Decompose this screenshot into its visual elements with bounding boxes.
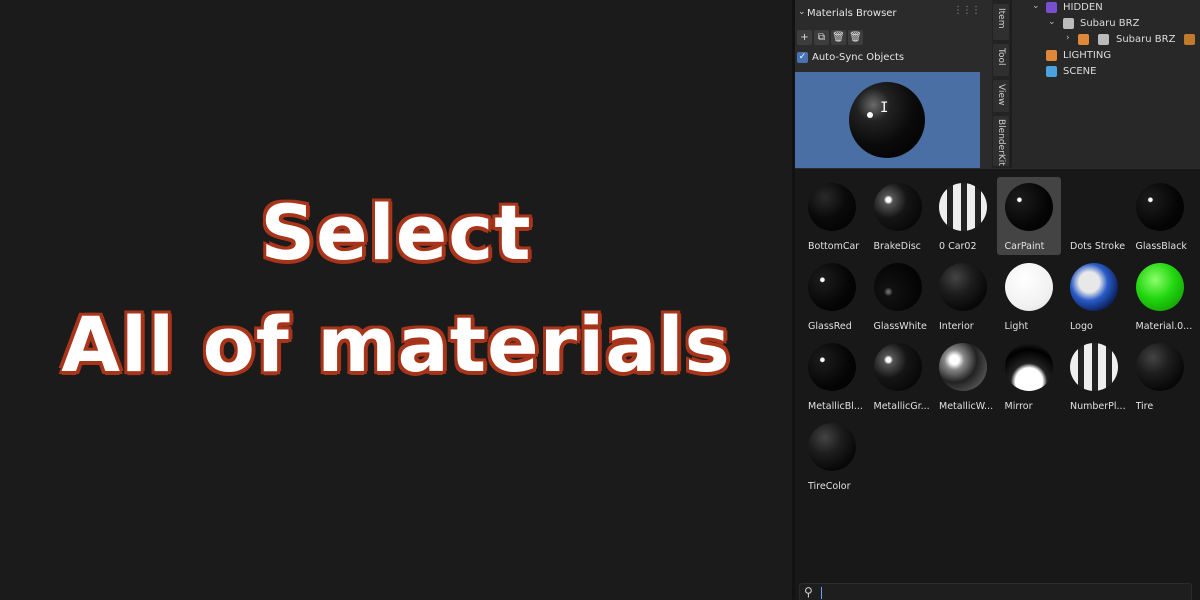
materials-browser-panel: ⌄ Materials Browser ⋮⋮⋮ + ⧉ 🗑 🗑 ✓ Auto-S… — [795, 0, 992, 168]
material-name: GlassBlack — [1135, 241, 1187, 252]
material-thumbnail — [1004, 263, 1053, 311]
duplicate-icon[interactable]: ⧉ — [814, 30, 829, 45]
material-tile[interactable]: MetallicW... — [931, 337, 995, 415]
material-thumbnail — [808, 183, 856, 231]
material-tile[interactable]: GlassWhite — [866, 257, 930, 335]
material-thumbnail — [939, 183, 987, 231]
text-caret — [821, 587, 822, 599]
delete-icon[interactable]: 🗑 — [831, 30, 846, 45]
material-tile[interactable]: TireColor — [800, 417, 864, 495]
material-thumbnail — [873, 183, 922, 231]
material-thumbnail — [873, 343, 922, 391]
material-grid-popup: BottomCar BrakeDisc 0 Car02 CarPaint Dots St… — [795, 168, 1200, 600]
video-overlay-area: Select All of materials — [0, 0, 792, 600]
tab-view[interactable]: View — [993, 80, 1009, 112]
trash-icon[interactable]: 🗑 — [848, 30, 863, 45]
modifier-icon[interactable] — [1184, 34, 1195, 45]
material-tile[interactable]: Tire — [1128, 337, 1192, 415]
drag-grip-icon[interactable]: ⋮⋮⋮ — [953, 5, 981, 16]
search-icon: ⚲ — [804, 585, 813, 599]
material-thumbnail — [1070, 343, 1118, 391]
material-tile[interactable]: Dots Stroke — [1062, 177, 1126, 255]
material-tile[interactable]: Interior — [931, 257, 995, 335]
collection-icon — [1063, 18, 1074, 29]
material-tile[interactable]: CarPaint — [996, 177, 1061, 255]
material-thumbnail — [1135, 183, 1184, 231]
panel-title: Materials Browser — [807, 8, 897, 19]
material-tile[interactable]: Logo — [1062, 257, 1126, 335]
material-thumbnail — [808, 343, 856, 391]
search-bar[interactable]: ⚲ — [799, 583, 1192, 600]
material-thumbnail — [939, 343, 987, 391]
tab-blenderkit[interactable]: BlenderKit — [993, 116, 1009, 166]
material-tile[interactable]: Mirror — [997, 337, 1061, 415]
armature-icon — [1078, 34, 1089, 45]
outliner-row-subaru-collection[interactable]: ⌄ Subaru BRZ — [1012, 16, 1200, 32]
material-thumbnail — [808, 263, 856, 311]
material-thumbnail — [1135, 263, 1184, 311]
material-tile[interactable]: Material.0... — [1128, 257, 1192, 335]
autosync-checkbox[interactable]: ✓ — [797, 52, 808, 63]
material-preview[interactable]: I — [795, 72, 980, 168]
material-thumbnail — [939, 263, 987, 311]
material-thumbnail — [1070, 263, 1118, 311]
material-name: Tire — [1135, 401, 1154, 412]
collection-icon — [1046, 50, 1057, 61]
chevron-right-icon[interactable]: › — [1066, 33, 1070, 43]
material-name: Material.0... — [1135, 321, 1193, 332]
object-icon — [1098, 34, 1109, 45]
material-tile[interactable]: NumberPl... — [1062, 337, 1126, 415]
text-cursor-icon: I — [880, 100, 889, 116]
material-thumbnail — [1004, 343, 1053, 391]
preview-sphere — [849, 82, 925, 158]
tab-item[interactable]: Item — [993, 4, 1009, 40]
overlay-title-line1: Select — [259, 187, 532, 279]
material-tile[interactable]: 0 Car02 — [931, 177, 995, 255]
add-icon[interactable]: + — [797, 30, 812, 45]
material-tile[interactable]: MetallicGr... — [866, 337, 930, 415]
material-thumbnail — [873, 263, 922, 311]
sidebar-tabs: Item Tool View BlenderKit — [992, 0, 1010, 168]
chevron-down-icon[interactable]: ⌄ — [798, 7, 806, 17]
chevron-down-icon[interactable]: ⌄ — [1048, 17, 1056, 27]
search-input[interactable] — [824, 585, 1184, 599]
material-tile[interactable]: GlassRed — [800, 257, 864, 335]
tab-tool[interactable]: Tool — [993, 44, 1009, 76]
material-thumbnail — [1135, 343, 1184, 391]
autosync-label: Auto-Sync Objects — [812, 52, 905, 63]
autosync-row[interactable]: ✓ Auto-Sync Objects — [797, 52, 904, 63]
material-tile[interactable]: MetallicBl... — [800, 337, 864, 415]
material-name: TireColor — [808, 481, 851, 492]
material-thumbnail — [1070, 183, 1118, 231]
material-tile[interactable]: BrakeDisc — [866, 177, 930, 255]
outliner-row-scene[interactable]: SCENE — [1012, 64, 1200, 80]
outliner: ⌄ HIDDEN ⌄ Subaru BRZ › Subaru BRZ LIGHT… — [1012, 0, 1200, 168]
material-thumbnail — [1004, 183, 1053, 231]
chevron-down-icon[interactable]: ⌄ — [1032, 1, 1040, 11]
material-tile[interactable]: Light — [997, 257, 1061, 335]
outliner-row-hidden[interactable]: ⌄ HIDDEN — [1012, 0, 1200, 16]
materials-toolbar: + ⧉ 🗑 🗑 — [797, 30, 863, 46]
collection-icon — [1046, 66, 1057, 77]
outliner-row-subaru-object[interactable]: › Subaru BRZ — [1012, 32, 1200, 48]
overlay-title-line2: All of materials — [60, 299, 732, 391]
outliner-row-lighting[interactable]: LIGHTING — [1012, 48, 1200, 64]
material-thumbnail — [808, 423, 856, 471]
panel-header[interactable]: ⌄ Materials Browser ⋮⋮⋮ — [795, 4, 992, 24]
collection-icon — [1046, 2, 1057, 13]
material-tile[interactable]: GlassBlack — [1128, 177, 1192, 255]
material-tile[interactable]: BottomCar — [800, 177, 864, 255]
